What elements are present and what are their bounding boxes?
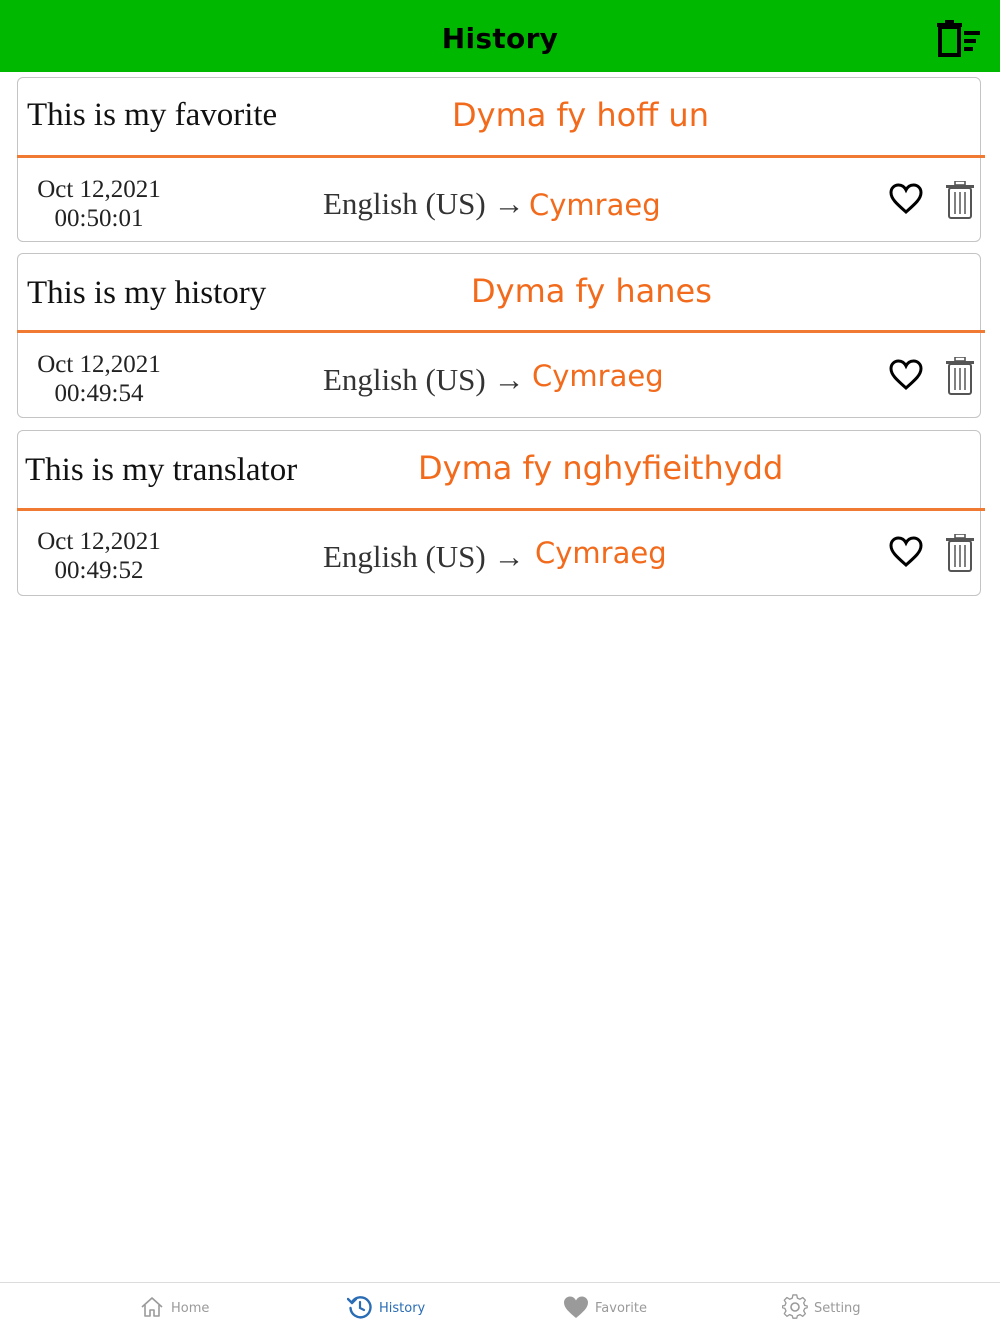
history-card[interactable]: This is my translator Dyma fy nghyfieith… (17, 430, 985, 596)
tab-label: Setting (814, 1301, 861, 1316)
heart-icon (889, 183, 923, 215)
history-card[interactable]: This is my history Dyma fy hanes Oct 12,… (17, 253, 985, 418)
tab-label: Home (171, 1301, 210, 1316)
history-date: Oct 12,2021 00:49:54 (18, 350, 180, 408)
target-language: Cymraeg (529, 188, 661, 222)
trash-icon (946, 534, 974, 572)
history-icon (347, 1296, 372, 1319)
translated-text: Dyma fy nghyfieithydd (418, 449, 784, 487)
tab-home[interactable]: Home (140, 1283, 320, 1334)
translated-text: Dyma fy hoff un (452, 96, 709, 134)
language-pair: English (US) → (323, 362, 525, 397)
card-divider (17, 508, 985, 511)
card-divider (17, 155, 985, 158)
delete-button[interactable] (945, 534, 975, 572)
time-text: 00:50:01 (54, 205, 144, 232)
favorite-button[interactable] (889, 536, 923, 568)
favorite-button[interactable] (889, 183, 923, 215)
clear-all-icon (937, 20, 980, 57)
tab-label: Favorite (595, 1301, 647, 1316)
tab-bar: Home History Favorite Setting (0, 1282, 1000, 1334)
language-pair: English (US) → (323, 539, 525, 574)
language-pair: English (US) → (323, 186, 525, 221)
favorite-button[interactable] (889, 359, 923, 391)
date-text: Oct 12,2021 (37, 351, 161, 378)
history-card[interactable]: This is my favorite Dyma fy hoff un Oct … (17, 77, 985, 242)
source-text: This is my history (27, 275, 267, 311)
card-divider (17, 330, 985, 333)
date-text: Oct 12,2021 (37, 528, 161, 555)
target-language: Cymraeg (535, 536, 667, 570)
gear-icon (782, 1294, 808, 1319)
page-title: History (441, 22, 559, 55)
tab-label: History (379, 1301, 426, 1316)
nav-bar: History (0, 0, 1000, 72)
heart-icon (564, 1296, 588, 1318)
source-text: This is my translator (25, 452, 298, 488)
tab-setting[interactable]: Setting (782, 1283, 962, 1334)
target-language: Cymraeg (532, 359, 664, 393)
trash-icon (946, 181, 974, 219)
tab-history[interactable]: History (347, 1283, 527, 1334)
delete-button[interactable] (945, 181, 975, 219)
time-text: 00:49:54 (54, 380, 144, 407)
home-icon (141, 1297, 163, 1317)
trash-icon (946, 357, 974, 395)
time-text: 00:49:52 (54, 557, 144, 584)
translated-text: Dyma fy hanes (471, 272, 712, 310)
heart-icon (889, 536, 923, 568)
tab-favorite[interactable]: Favorite (563, 1283, 743, 1334)
source-text: This is my favorite (27, 97, 278, 133)
heart-icon (889, 359, 923, 391)
history-date: Oct 12,2021 00:49:52 (18, 527, 180, 585)
history-date: Oct 12,2021 00:50:01 (18, 175, 180, 233)
delete-button[interactable] (945, 357, 975, 395)
date-text: Oct 12,2021 (37, 176, 161, 203)
clear-all-button[interactable] (936, 20, 982, 60)
